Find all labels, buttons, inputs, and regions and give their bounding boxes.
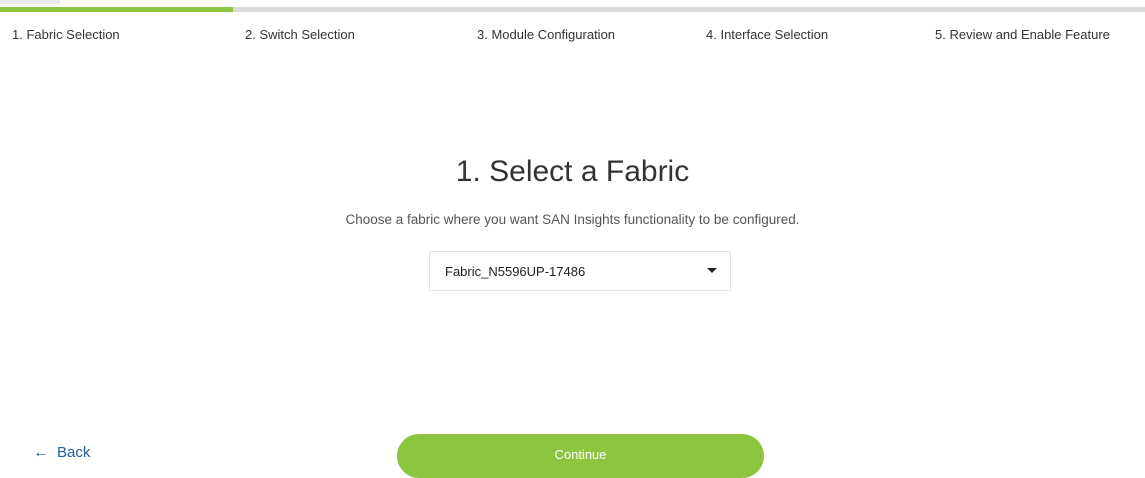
step-progress-bar (465, 7, 694, 12)
fabric-select[interactable]: Fabric_N5596UP-17486 (429, 251, 731, 291)
step-progress-bar (923, 7, 1145, 12)
continue-label: Continue (554, 447, 607, 462)
step-label: 5. Review and Enable Feature (935, 27, 1110, 42)
step-progress-bar (694, 7, 923, 12)
wizard-stepper: 1. Fabric Selection 2. Switch Selection … (0, 7, 1145, 47)
fabric-select-value: Fabric_N5596UP-17486 (445, 264, 586, 279)
step-label: 1. Fabric Selection (12, 27, 120, 42)
continue-button[interactable]: Continue (397, 434, 764, 478)
back-link[interactable]: ← Back (33, 444, 90, 461)
top-strip (0, 0, 60, 4)
step-progress-bar (0, 7, 233, 12)
step-label: 3. Module Configuration (477, 27, 616, 42)
step-interface-selection[interactable]: 4. Interface Selection (694, 7, 923, 47)
step-label: 2. Switch Selection (245, 27, 355, 42)
caret-down-icon (707, 268, 717, 273)
step-switch-selection[interactable]: 2. Switch Selection (233, 7, 465, 47)
page-title: 1. Select a Fabric (455, 155, 690, 188)
step-label: 4. Interface Selection (706, 27, 829, 42)
step-module-configuration[interactable]: 3. Module Configuration (465, 7, 694, 47)
page-subtitle: Choose a fabric where you want SAN Insig… (345, 212, 800, 227)
step-progress-bar (233, 7, 465, 12)
step-review-and-enable[interactable]: 5. Review and Enable Feature (923, 7, 1145, 47)
step-fabric-selection[interactable]: 1. Fabric Selection (0, 7, 233, 47)
back-label: Back (57, 444, 91, 461)
arrow-left-icon: ← (33, 443, 49, 461)
